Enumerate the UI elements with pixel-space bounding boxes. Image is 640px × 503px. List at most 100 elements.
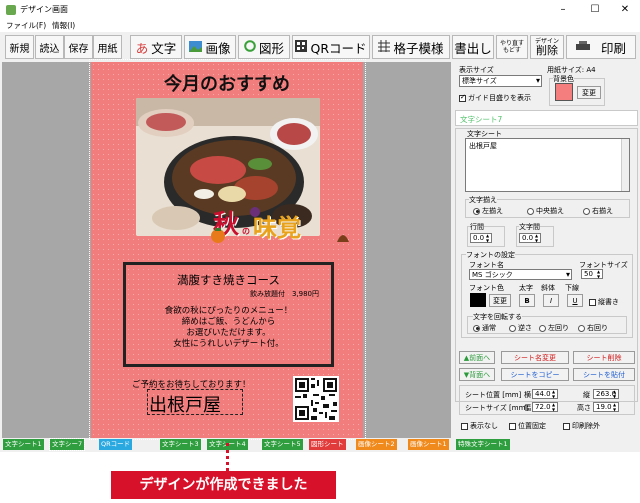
lock-toggle[interactable]: 位置固定 bbox=[509, 421, 546, 431]
rotate-left-option[interactable]: 左回り bbox=[539, 323, 569, 333]
align-right-radio[interactable] bbox=[583, 207, 590, 215]
bg-color-swatch[interactable] bbox=[555, 83, 573, 101]
image-label: 画像 bbox=[205, 40, 231, 56]
align-center-radio[interactable] bbox=[527, 207, 534, 215]
undo-button[interactable]: やり直す もどす bbox=[496, 35, 528, 59]
output-button[interactable]: 書出し bbox=[452, 35, 494, 59]
rotate-right-radio[interactable] bbox=[578, 324, 585, 332]
grid-icon bbox=[378, 39, 391, 55]
new-button[interactable]: 新規 bbox=[5, 35, 34, 59]
sheet-tab[interactable]: QRコード bbox=[99, 439, 133, 450]
font-color-change-button[interactable]: 変更 bbox=[489, 294, 511, 307]
height-input[interactable]: 19.0 bbox=[593, 402, 619, 412]
pos-v-input[interactable]: 263.0 bbox=[593, 389, 619, 399]
sheet-tab-bar: 文字シート1 文字シー7 QRコード 文字シート3 文字シート4 文字シート5 … bbox=[0, 438, 520, 451]
lock-checkbox[interactable] bbox=[509, 422, 516, 430]
text-label: 文字 bbox=[151, 40, 177, 56]
sheet-tab-active[interactable]: 文字シー7 bbox=[48, 438, 86, 451]
grid-pattern-button[interactable]: 格子模様 bbox=[372, 35, 450, 59]
paper-button[interactable]: 用紙 bbox=[93, 35, 122, 59]
menu-file[interactable]: ファイル(F) bbox=[6, 19, 46, 32]
vertical-toggle[interactable]: 縦書き bbox=[589, 297, 619, 307]
output-label: 書出し bbox=[454, 40, 492, 56]
save-label: 保存 bbox=[68, 43, 89, 55]
rotate-right-option[interactable]: 右回り bbox=[578, 323, 608, 333]
text-button[interactable]: あ 文字 bbox=[130, 35, 182, 59]
noprint-checkbox[interactable] bbox=[563, 422, 570, 430]
menu-info[interactable]: 情報(I) bbox=[52, 19, 75, 32]
undo-top-label: やり直す bbox=[499, 40, 524, 47]
vertical-label: 縦書き bbox=[598, 298, 619, 306]
width-input[interactable]: 72.0 bbox=[532, 402, 558, 412]
rotate-right-label: 右回り bbox=[587, 324, 608, 332]
align-left-radio[interactable] bbox=[473, 207, 480, 215]
close-button[interactable]: ✕ bbox=[610, 0, 640, 19]
noprint-toggle[interactable]: 印刷除外 bbox=[563, 421, 600, 431]
rotate-reverse-label: 逆さ bbox=[518, 324, 532, 332]
qr-button[interactable]: QRコード bbox=[292, 35, 370, 59]
text-content-input[interactable]: 出根戸屋 bbox=[465, 138, 630, 192]
sheet-tab[interactable]: 文字シート1 bbox=[3, 439, 44, 450]
rotate-label: 文字を回転する bbox=[473, 312, 522, 322]
delete-sheet-button[interactable]: シート削除 bbox=[573, 351, 635, 364]
align-right-option[interactable]: 右揃え bbox=[583, 206, 613, 216]
hide-toggle[interactable]: 表示なし bbox=[461, 421, 498, 431]
sheet-tab[interactable]: 図形シート bbox=[309, 439, 346, 450]
display-size-select[interactable]: 標準サイズ bbox=[459, 75, 542, 87]
align-right-label: 右揃え bbox=[592, 207, 613, 215]
maximize-button[interactable]: ☐ bbox=[580, 0, 610, 19]
caption-connector bbox=[226, 443, 229, 471]
page-guide-frame bbox=[89, 59, 366, 440]
sheet-tab[interactable]: 文字シート3 bbox=[160, 439, 201, 450]
paste-sheet-button[interactable]: シートを貼付 bbox=[573, 368, 635, 381]
rotate-left-radio[interactable] bbox=[539, 324, 546, 332]
paper-label: 用紙 bbox=[97, 43, 118, 55]
hide-checkbox[interactable] bbox=[461, 422, 468, 430]
text-scrollbar[interactable] bbox=[621, 139, 629, 191]
bg-change-button[interactable]: 変更 bbox=[577, 86, 601, 99]
guide-checkbox[interactable] bbox=[459, 93, 466, 102]
circle-icon bbox=[244, 39, 256, 55]
line-spacing-input[interactable]: 0.0 bbox=[470, 233, 492, 243]
underline-button[interactable]: U bbox=[567, 294, 583, 307]
sheet-tab[interactable]: 画像シート1 bbox=[408, 439, 449, 450]
rename-sheet-button[interactable]: シート名変更 bbox=[501, 351, 569, 364]
guide-toggle[interactable]: ガイド目盛りを表示 bbox=[459, 93, 531, 103]
completion-caption: デザインが作成できました bbox=[111, 471, 336, 499]
bold-button[interactable]: B bbox=[519, 294, 535, 307]
open-button[interactable]: 読込 bbox=[35, 35, 64, 59]
char-spacing-input[interactable]: 0.0 bbox=[519, 233, 541, 243]
font-name-select[interactable]: MS ゴシック bbox=[469, 269, 572, 280]
shape-button[interactable]: 図形 bbox=[238, 35, 290, 59]
align-center-option[interactable]: 中央揃え bbox=[527, 206, 564, 216]
sheet-tab[interactable]: 画像シート2 bbox=[356, 439, 397, 450]
grid-pattern-label: 格子模様 bbox=[393, 40, 444, 56]
app-icon bbox=[6, 4, 16, 15]
bring-front-button[interactable]: ▲前面へ bbox=[459, 351, 495, 364]
rotate-reverse-radio[interactable] bbox=[509, 324, 516, 332]
rotate-normal-radio[interactable] bbox=[473, 324, 480, 332]
save-button[interactable]: 保存 bbox=[64, 35, 93, 59]
font-color-label: フォント色 bbox=[469, 284, 504, 292]
copy-sheet-button[interactable]: シートをコピー bbox=[501, 368, 569, 381]
height-label: 高さ bbox=[577, 404, 591, 412]
sheet-tab[interactable]: 特殊文字シート1 bbox=[456, 439, 510, 450]
italic-button[interactable]: I bbox=[543, 294, 559, 307]
qr-icon bbox=[295, 39, 308, 55]
font-color-swatch[interactable] bbox=[470, 293, 486, 307]
pos-h-input[interactable]: 44.0 bbox=[532, 389, 558, 399]
print-button[interactable]: 印刷 bbox=[566, 35, 636, 59]
delete-bottom-label: 削除 bbox=[536, 43, 558, 57]
send-back-button[interactable]: ▼背面へ bbox=[459, 368, 495, 381]
image-button[interactable]: 画像 bbox=[184, 35, 236, 59]
delete-design-button[interactable]: デザイン 削除 bbox=[530, 35, 564, 59]
vertical-checkbox[interactable] bbox=[589, 298, 596, 306]
font-size-input[interactable]: 50 bbox=[581, 269, 603, 279]
minimize-button[interactable]: – bbox=[548, 0, 578, 19]
toolbar: 新規 読込 保存 用紙 あ 文字 画像 図形 QRコード 格子模様 書出し やり… bbox=[0, 33, 640, 61]
align-left-option[interactable]: 左揃え bbox=[473, 206, 503, 216]
sheet-tab[interactable]: 文字シート5 bbox=[262, 439, 303, 450]
rotate-normal-option[interactable]: 通常 bbox=[473, 323, 496, 333]
image-icon bbox=[189, 40, 203, 55]
rotate-reverse-option[interactable]: 逆さ bbox=[509, 323, 532, 333]
